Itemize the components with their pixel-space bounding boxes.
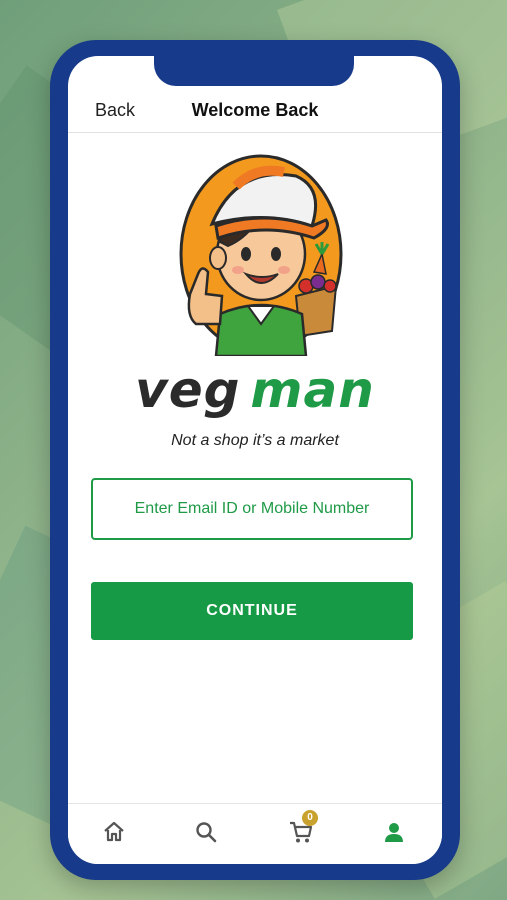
login-field-container bbox=[91, 478, 413, 540]
nav-home[interactable] bbox=[102, 820, 130, 848]
app-screen: Back Welcome Back veg man Not a shop it’… bbox=[68, 56, 442, 864]
phone-notch bbox=[154, 56, 354, 86]
email-or-mobile-input[interactable] bbox=[93, 499, 411, 519]
nav-cart[interactable]: 0 bbox=[288, 810, 318, 848]
cart-count-badge: 0 bbox=[302, 810, 318, 826]
user-icon bbox=[385, 823, 403, 842]
home-icon bbox=[104, 821, 124, 842]
continue-button[interactable]: CONTINUE bbox=[91, 582, 413, 640]
page-title: Welcome Back bbox=[191, 100, 319, 120]
bottom-navigation: 0 bbox=[68, 803, 442, 864]
phone-frame: Back Welcome Back veg man Not a shop it’… bbox=[50, 40, 460, 880]
nav-account[interactable] bbox=[382, 820, 410, 848]
vegman-mascot-logo bbox=[176, 146, 346, 358]
brand-name-veg: veg bbox=[135, 361, 241, 419]
brand-tagline: Not a shop it’s a market bbox=[171, 432, 339, 449]
top-bar: Back Welcome Back bbox=[68, 96, 442, 133]
brand-name-man: man bbox=[250, 361, 375, 419]
brand-wordmark: veg man bbox=[68, 361, 442, 419]
nav-search[interactable] bbox=[194, 820, 222, 848]
search-icon bbox=[196, 822, 217, 843]
